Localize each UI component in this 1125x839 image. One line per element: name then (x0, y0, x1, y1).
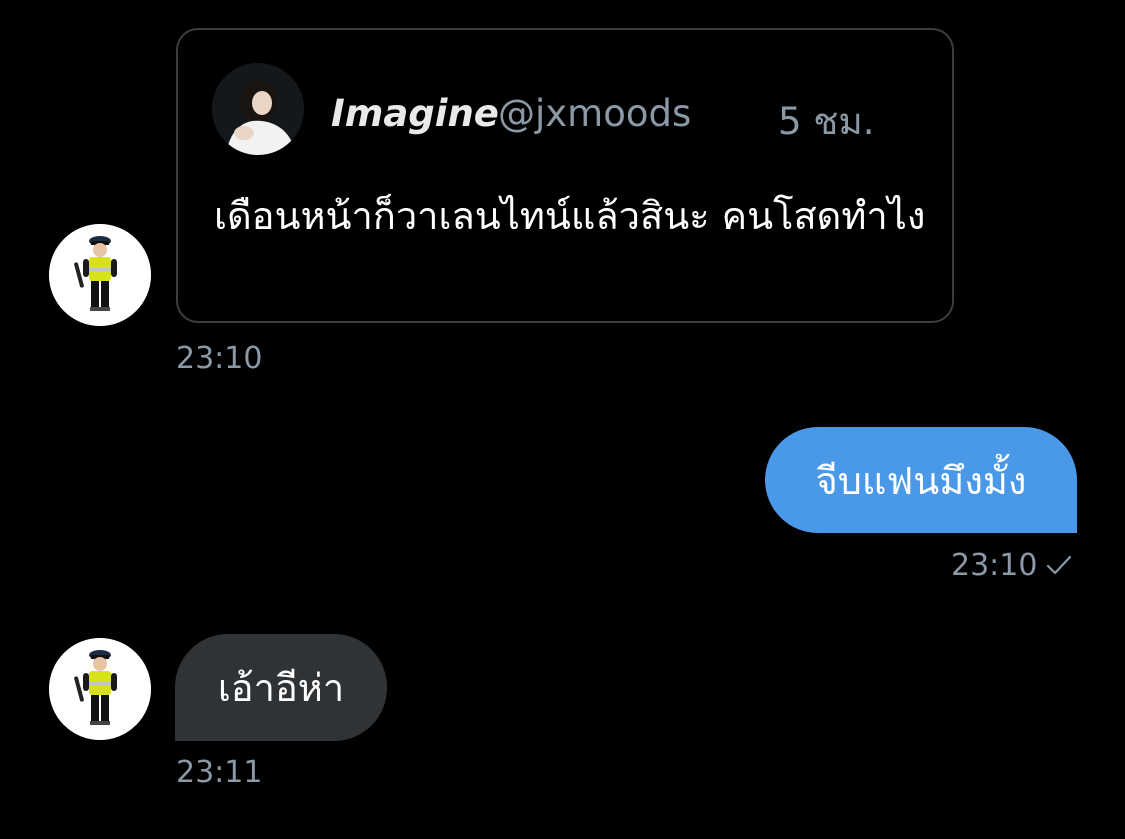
incoming-message-bubble[interactable]: เอ้าอีห่า (175, 634, 387, 741)
quoted-author-avatar[interactable] (212, 63, 304, 155)
police-costume-avatar-icon (49, 638, 151, 740)
message-text: จีบแฟนมึงมั้ง (815, 458, 1027, 503)
quoted-tweet-card[interactable]: Imagine @jxmoods 5 ชม. เดือนหน้าก็วาเลนไ… (176, 28, 954, 323)
quoted-author-name[interactable]: Imagine (331, 92, 499, 135)
sender-avatar[interactable] (49, 224, 151, 326)
profile-photo-icon (212, 63, 304, 155)
sender-avatar[interactable] (49, 638, 151, 740)
quoted-tweet-time: 5 ชม. (778, 100, 875, 143)
quoted-tweet-text: เดือนหน้าก็วาเลนไทน์แล้วสินะ คนโสดทำไง (214, 194, 926, 238)
outgoing-message-bubble[interactable]: จีบแฟนมึงมั้ง (765, 427, 1077, 533)
message-timestamp: 23:10 (176, 341, 263, 376)
quoted-author-handle[interactable]: @jxmoods (498, 92, 691, 135)
message-timestamp: 23:11 (176, 755, 263, 790)
message-text: เอ้าอีห่า (217, 666, 345, 710)
check-icon (1046, 555, 1072, 575)
message-timestamp: 23:10 (951, 548, 1038, 583)
police-costume-avatar-icon (49, 224, 151, 326)
